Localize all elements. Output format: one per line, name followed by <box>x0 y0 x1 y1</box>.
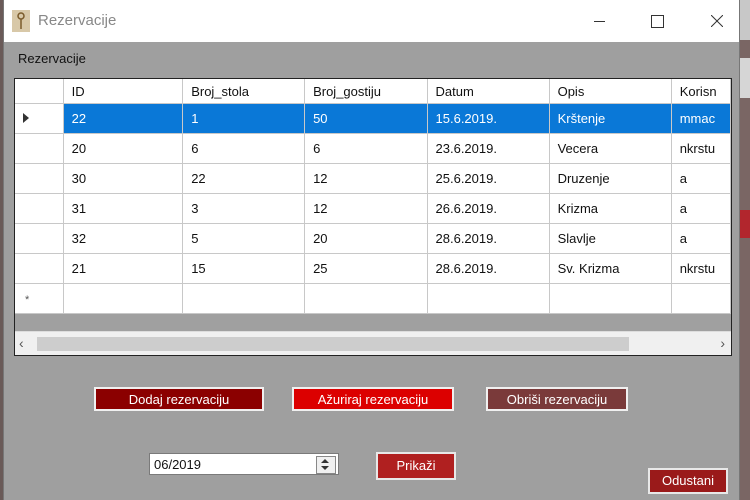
column-header-broj-stola[interactable]: Broj_stola <box>182 79 306 104</box>
cell-broj-stola[interactable]: 5 <box>182 223 306 254</box>
month-picker-value: 06/2019 <box>154 457 201 472</box>
maximize-icon <box>650 14 664 28</box>
current-row-icon <box>23 113 29 123</box>
row-header[interactable] <box>15 103 64 134</box>
cell-broj-stola[interactable]: 22 <box>182 163 306 194</box>
cell-id[interactable]: 21 <box>63 253 184 284</box>
cell-broj-stola[interactable]: 3 <box>182 193 306 224</box>
cell-broj-stola[interactable]: 15 <box>182 253 306 284</box>
row-header[interactable] <box>15 163 64 194</box>
scroll-right-icon[interactable]: › <box>720 335 725 351</box>
cell-korisnik[interactable]: mmac <box>671 103 731 134</box>
app-icon <box>12 10 30 32</box>
cell-korisnik[interactable]: nkrstu <box>671 133 731 164</box>
cell-id[interactable]: 22 <box>63 103 184 134</box>
table-row[interactable]: 20 6 6 23.6.2019. Vecera nkrstu <box>15 133 731 164</box>
add-reservation-button[interactable]: Dodaj rezervaciju <box>94 387 264 411</box>
delete-reservation-button[interactable]: Obriši rezervaciju <box>486 387 628 411</box>
cell-id[interactable]: 32 <box>63 223 184 254</box>
new-cell[interactable] <box>427 283 550 314</box>
new-cell[interactable] <box>549 283 672 314</box>
cell-id[interactable]: 30 <box>63 163 184 194</box>
cell-opis[interactable]: Slavlje <box>549 223 672 254</box>
cell-opis[interactable]: Krizma <box>549 193 672 224</box>
title-bar[interactable]: Rezervacije <box>4 0 739 42</box>
window-title: Rezervacije <box>38 12 117 29</box>
row-header[interactable] <box>15 133 64 164</box>
column-header-opis[interactable]: Opis <box>549 79 672 104</box>
month-spinner[interactable] <box>316 456 336 474</box>
cell-opis[interactable]: Krštenje <box>549 103 672 134</box>
table-row[interactable]: 32 5 20 28.6.2019. Slavlje a <box>15 223 731 254</box>
maximize-button[interactable] <box>634 0 680 42</box>
scroll-left-icon[interactable]: ‹ <box>19 335 24 351</box>
header-row: ID Broj_stola Broj_gostiju Datum Opis Ko… <box>15 79 731 104</box>
table-row[interactable]: 30 22 12 25.6.2019. Druzenje a <box>15 163 731 194</box>
cell-broj-gostiju[interactable]: 50 <box>304 103 428 134</box>
row-header[interactable]: * <box>15 283 64 314</box>
reservations-grid[interactable]: ID Broj_stola Broj_gostiju Datum Opis Ko… <box>14 78 732 356</box>
cell-broj-stola[interactable]: 1 <box>182 103 306 134</box>
table-row[interactable]: 21 15 25 28.6.2019. Sv. Krizma nkrstu <box>15 253 731 284</box>
cell-datum[interactable]: 28.6.2019. <box>427 253 550 284</box>
column-header-id[interactable]: ID <box>63 79 184 104</box>
cell-broj-gostiju[interactable]: 20 <box>304 223 428 254</box>
cell-broj-gostiju[interactable]: 12 <box>304 193 428 224</box>
cell-korisnik[interactable]: a <box>671 163 731 194</box>
close-icon <box>711 15 723 27</box>
cell-datum[interactable]: 25.6.2019. <box>427 163 550 194</box>
row-header[interactable] <box>15 223 64 254</box>
row-header[interactable] <box>15 253 64 284</box>
cell-broj-gostiju[interactable]: 6 <box>304 133 428 164</box>
cell-id[interactable]: 20 <box>63 133 184 164</box>
table-row[interactable]: 22 1 50 15.6.2019. Krštenje mmac <box>15 103 731 134</box>
close-button[interactable] <box>694 0 740 42</box>
reservations-table: ID Broj_stola Broj_gostiju Datum Opis Ko… <box>15 79 731 314</box>
cell-opis[interactable]: Sv. Krizma <box>549 253 672 284</box>
show-button[interactable]: Prikaži <box>376 452 456 480</box>
cell-datum[interactable]: 15.6.2019. <box>427 103 550 134</box>
cell-opis[interactable]: Druzenje <box>549 163 672 194</box>
cell-broj-gostiju[interactable]: 25 <box>304 253 428 284</box>
cell-korisnik[interactable]: nkrstu <box>671 253 731 284</box>
scrollbar-thumb[interactable] <box>37 337 629 351</box>
row-header[interactable] <box>15 193 64 224</box>
spin-down-icon[interactable] <box>321 466 329 470</box>
new-row-icon: * <box>25 294 30 306</box>
new-cell[interactable] <box>304 283 428 314</box>
cancel-button[interactable]: Odustani <box>648 468 728 494</box>
reservations-window: Rezervacije Rezervacije ID Broj_stola Br… <box>4 0 739 500</box>
minimize-button[interactable] <box>576 0 622 42</box>
row-header-corner[interactable] <box>15 79 64 104</box>
column-header-broj-gostiju[interactable]: Broj_gostiju <box>304 79 428 104</box>
new-cell[interactable] <box>63 283 184 314</box>
column-header-korisnik[interactable]: Korisn <box>671 79 731 104</box>
minimize-icon <box>593 20 605 22</box>
cell-korisnik[interactable]: a <box>671 223 731 254</box>
column-header-datum[interactable]: Datum <box>427 79 550 104</box>
cell-broj-stola[interactable]: 6 <box>182 133 306 164</box>
horizontal-scrollbar[interactable]: ‹ › <box>15 331 731 355</box>
new-row[interactable]: * <box>15 283 731 314</box>
cell-datum[interactable]: 26.6.2019. <box>427 193 550 224</box>
cell-opis[interactable]: Vecera <box>549 133 672 164</box>
cell-broj-gostiju[interactable]: 12 <box>304 163 428 194</box>
cell-korisnik[interactable]: a <box>671 193 731 224</box>
cell-id[interactable]: 31 <box>63 193 184 224</box>
new-cell[interactable] <box>671 283 731 314</box>
cell-datum[interactable]: 23.6.2019. <box>427 133 550 164</box>
table-row[interactable]: 31 3 12 26.6.2019. Krizma a <box>15 193 731 224</box>
cell-datum[interactable]: 28.6.2019. <box>427 223 550 254</box>
new-cell[interactable] <box>182 283 306 314</box>
group-label: Rezervacije <box>18 51 86 66</box>
month-picker[interactable]: 06/2019 <box>149 453 339 475</box>
spin-up-icon[interactable] <box>321 459 329 463</box>
update-reservation-button[interactable]: Ažuriraj rezervaciju <box>292 387 454 411</box>
